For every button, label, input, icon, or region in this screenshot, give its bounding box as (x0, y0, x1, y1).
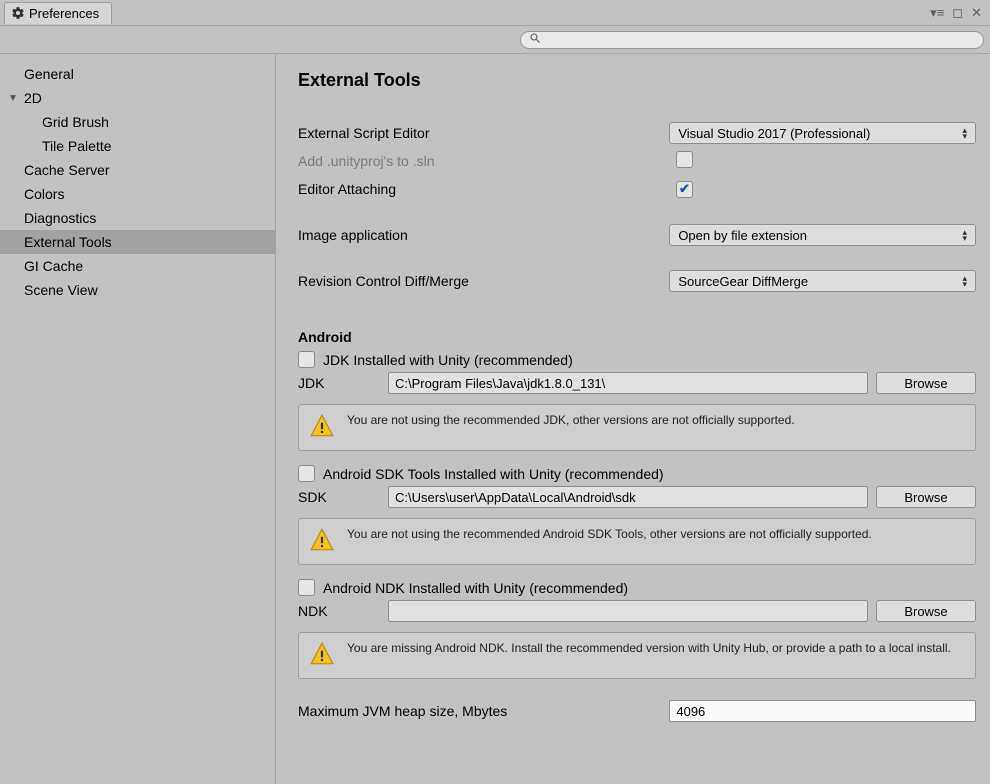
sidebar: General ▼ 2D Grid Brush Tile Palette Cach… (0, 54, 276, 784)
ndk-browse-button[interactable]: Browse (876, 600, 976, 622)
ndk-label: NDK (298, 603, 380, 619)
diff-merge-label: Revision Control Diff/Merge (298, 273, 661, 289)
sidebar-item-label: External Tools (24, 234, 112, 250)
sidebar-item-label: Tile Palette (42, 138, 112, 154)
window-controls: ▾≡ ◻ ✕ (930, 5, 990, 21)
sidebar-item-gi-cache[interactable]: GI Cache (0, 254, 275, 278)
window-maximize-icon[interactable]: ◻ (952, 5, 963, 21)
sdk-browse-button[interactable]: Browse (876, 486, 976, 508)
window-tab[interactable]: Preferences (4, 2, 112, 24)
jdk-warning-box: You are not using the recommended JDK, o… (298, 404, 976, 451)
android-section-header: Android (298, 329, 976, 345)
search-icon (529, 32, 541, 47)
jdk-installed-checkbox[interactable] (298, 351, 315, 368)
warning-text: You are not using the recommended Androi… (347, 527, 872, 541)
sidebar-item-cache-server[interactable]: Cache Server (0, 158, 275, 182)
sidebar-item-grid-brush[interactable]: Grid Brush (0, 110, 275, 134)
content-pane: External Tools External Script Editor Vi… (276, 54, 990, 784)
unityproj-label: Add .unityproj's to .sln (298, 153, 668, 169)
jdk-installed-label: JDK Installed with Unity (recommended) (323, 352, 573, 368)
warning-text: You are not using the recommended JDK, o… (347, 413, 795, 427)
sdk-warning-box: You are not using the recommended Androi… (298, 518, 976, 565)
sidebar-item-label: GI Cache (24, 258, 83, 274)
sidebar-item-label: Diagnostics (24, 210, 96, 226)
warning-icon (309, 641, 335, 670)
heap-input[interactable] (669, 700, 976, 722)
search-input[interactable] (520, 31, 984, 49)
jdk-path-input[interactable] (388, 372, 868, 394)
updown-icon: ▴▾ (962, 275, 967, 287)
sidebar-item-label: Grid Brush (42, 114, 109, 130)
ndk-warning-box: You are missing Android NDK. Install the… (298, 632, 976, 679)
sdk-path-input[interactable] (388, 486, 868, 508)
dropdown-value: Open by file extension (678, 228, 807, 243)
sidebar-item-diagnostics[interactable]: Diagnostics (0, 206, 275, 230)
sidebar-item-label: Colors (24, 186, 64, 202)
title-bar: Preferences ▾≡ ◻ ✕ (0, 0, 990, 26)
sidebar-item-label: 2D (24, 90, 42, 106)
jdk-label: JDK (298, 375, 380, 391)
updown-icon: ▴▾ (962, 127, 967, 139)
sidebar-item-label: Scene View (24, 282, 98, 298)
window-title: Preferences (29, 6, 99, 21)
warning-icon (309, 413, 335, 442)
warning-icon (309, 527, 335, 556)
ndk-path-input[interactable] (388, 600, 868, 622)
search-bar (0, 26, 990, 54)
editor-attaching-checkbox[interactable] (676, 181, 693, 198)
sdk-label: SDK (298, 489, 380, 505)
image-app-dropdown[interactable]: Open by file extension ▴▾ (669, 224, 976, 246)
sidebar-item-general[interactable]: General (0, 62, 275, 86)
editor-attaching-label: Editor Attaching (298, 181, 668, 197)
ndk-installed-checkbox[interactable] (298, 579, 315, 596)
heap-label: Maximum JVM heap size, Mbytes (298, 703, 661, 719)
sidebar-item-external-tools[interactable]: External Tools (0, 230, 275, 254)
sidebar-item-tile-palette[interactable]: Tile Palette (0, 134, 275, 158)
sidebar-item-colors[interactable]: Colors (0, 182, 275, 206)
warning-text: You are missing Android NDK. Install the… (347, 641, 951, 655)
updown-icon: ▴▾ (962, 229, 967, 241)
sdk-installed-label: Android SDK Tools Installed with Unity (… (323, 466, 664, 482)
sidebar-item-label: Cache Server (24, 162, 110, 178)
chevron-down-icon[interactable]: ▼ (8, 93, 18, 104)
window-menu-icon[interactable]: ▾≡ (930, 5, 944, 21)
image-app-label: Image application (298, 227, 661, 243)
dropdown-value: Visual Studio 2017 (Professional) (678, 126, 870, 141)
sidebar-item-2d[interactable]: ▼ 2D (0, 86, 275, 110)
jdk-browse-button[interactable]: Browse (876, 372, 976, 394)
ndk-installed-label: Android NDK Installed with Unity (recomm… (323, 580, 628, 596)
gear-icon (11, 6, 25, 20)
sidebar-item-label: General (24, 66, 74, 82)
diff-merge-dropdown[interactable]: SourceGear DiffMerge ▴▾ (669, 270, 976, 292)
sdk-installed-checkbox[interactable] (298, 465, 315, 482)
external-editor-dropdown[interactable]: Visual Studio 2017 (Professional) ▴▾ (669, 122, 976, 144)
unityproj-checkbox[interactable] (676, 151, 693, 168)
sidebar-item-scene-view[interactable]: Scene View (0, 278, 275, 302)
page-title: External Tools (298, 70, 976, 91)
window-close-icon[interactable]: ✕ (971, 5, 982, 21)
dropdown-value: SourceGear DiffMerge (678, 274, 808, 289)
external-editor-label: External Script Editor (298, 125, 661, 141)
